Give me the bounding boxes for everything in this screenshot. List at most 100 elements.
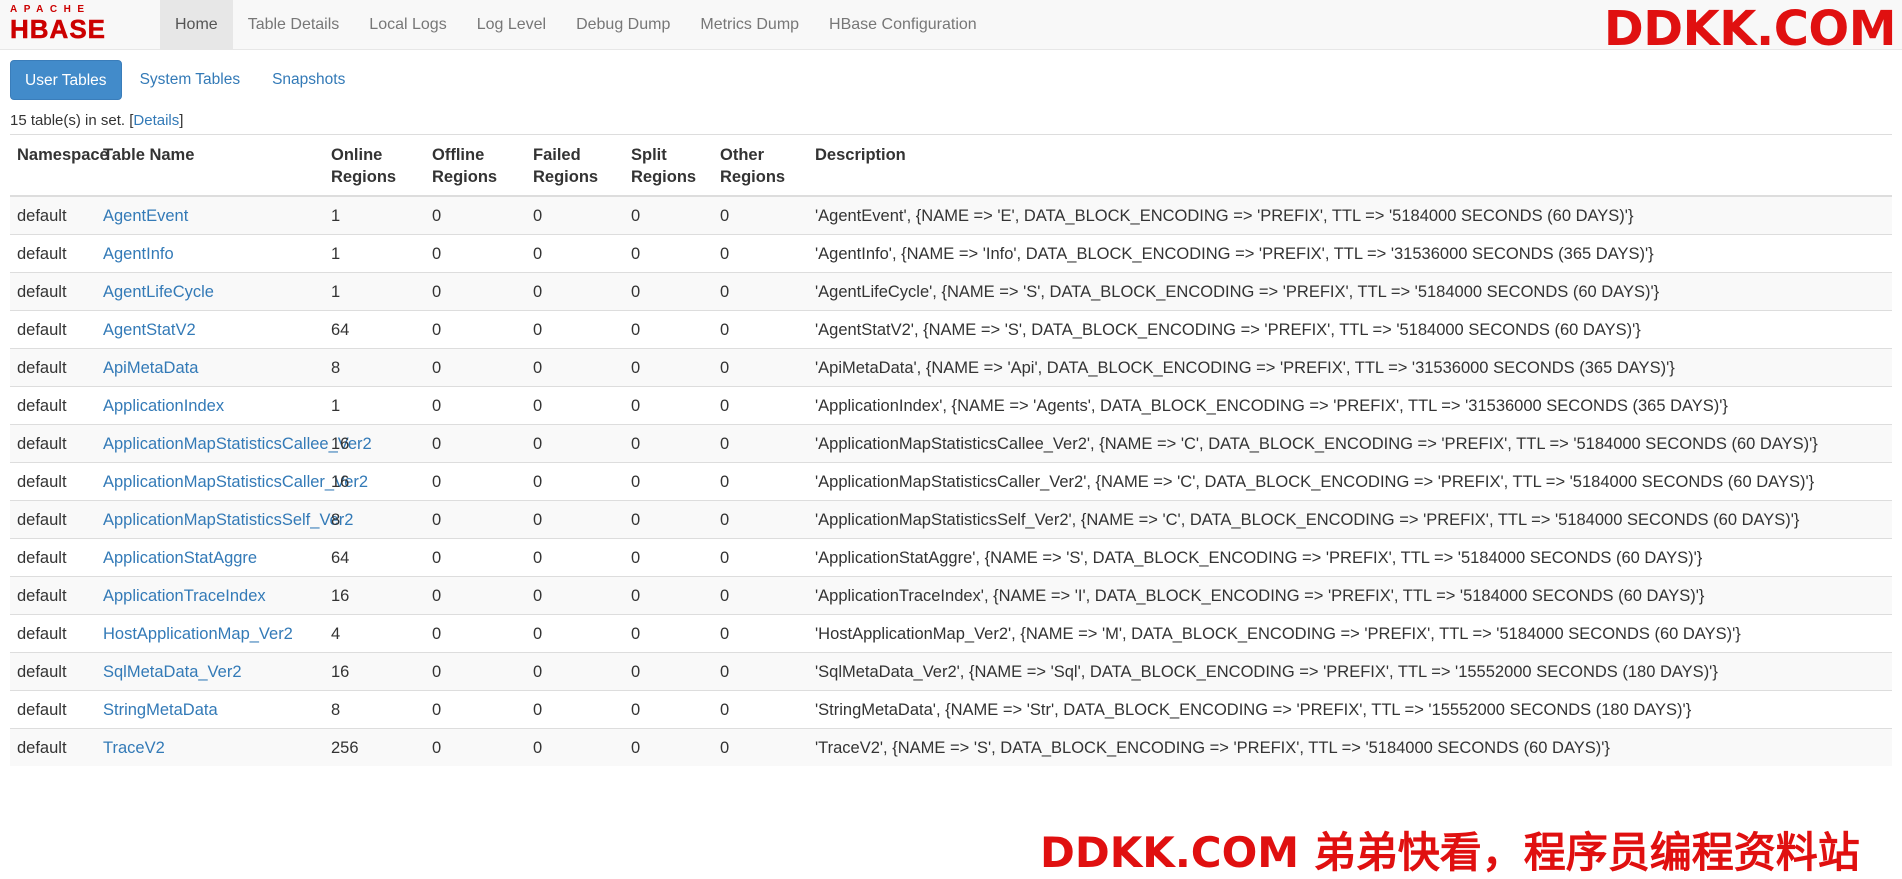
cell-description: 'ApplicationMapStatisticsCaller_Ver2', {… <box>808 462 1892 501</box>
cell-other-regions: 0 <box>713 652 808 691</box>
nav-metrics-dump[interactable]: Metrics Dump <box>685 0 814 49</box>
cell-split-regions: 0 <box>624 234 713 273</box>
cell-failed-regions: 0 <box>526 576 624 615</box>
cell-namespace: default <box>10 462 96 501</box>
cell-table-name-link[interactable]: ApplicationMapStatisticsCaller_Ver2 <box>96 462 368 501</box>
cell-table-name-link[interactable]: AgentStatV2 <box>96 310 324 349</box>
cell-split-regions: 0 <box>624 386 713 425</box>
cell-online-regions: 8 <box>324 690 425 729</box>
cell-online-regions: 64 <box>324 538 425 577</box>
cell-offline-regions: 0 <box>425 614 526 653</box>
cell-description: 'ApiMetaData', {NAME => 'Api', DATA_BLOC… <box>808 348 1892 387</box>
tab-user-tables[interactable]: User Tables <box>10 60 122 100</box>
cell-offline-regions: 0 <box>425 690 526 729</box>
nav-hbase-configuration[interactable]: HBase Configuration <box>814 0 992 49</box>
cell-online-regions: 8 <box>324 500 425 539</box>
cell-table-name-link[interactable]: ApplicationIndex <box>96 386 324 425</box>
cell-table-name-link[interactable]: TraceV2 <box>96 728 324 766</box>
cell-online-regions: 1 <box>324 272 425 311</box>
cell-other-regions: 0 <box>713 195 808 235</box>
cell-namespace: default <box>10 234 96 273</box>
cell-split-regions: 0 <box>624 614 713 653</box>
cell-other-regions: 0 <box>713 348 808 387</box>
cell-namespace: default <box>10 614 96 653</box>
cell-table-name-link[interactable]: ApplicationTraceIndex <box>96 576 324 615</box>
cell-description: 'ApplicationIndex', {NAME => 'Agents', D… <box>808 386 1892 425</box>
cell-table-name-link[interactable]: ApiMetaData <box>96 348 324 387</box>
nav-table-details[interactable]: Table Details <box>233 0 355 49</box>
cell-failed-regions: 0 <box>526 386 624 425</box>
cell-namespace: default <box>10 576 96 615</box>
table-row: default ApplicationMapStatisticsSelf_Ver2… <box>10 500 1892 539</box>
cell-description: 'HostApplicationMap_Ver2', {NAME => 'M',… <box>808 614 1892 653</box>
column-header-offline-regions: Offline Regions <box>425 134 526 197</box>
cell-table-name-link[interactable]: ApplicationMapStatisticsCallee_Ver2 <box>96 424 372 463</box>
cell-failed-regions: 0 <box>526 348 624 387</box>
cell-table-name-link[interactable]: SqlMetaData_Ver2 <box>96 652 324 691</box>
table-row: default StringMetaData 8 0 0 0 0 'StringMetaDat… <box>10 690 1892 729</box>
cell-table-name-link[interactable]: HostApplicationMap_Ver2 <box>96 614 324 653</box>
cell-split-regions: 0 <box>624 195 713 235</box>
cell-other-regions: 0 <box>713 234 808 273</box>
tab-system-tables[interactable]: System Tables <box>126 60 255 100</box>
cell-table-name-link[interactable]: ApplicationStatAggre <box>96 538 324 577</box>
cell-split-regions: 0 <box>624 462 713 501</box>
table-row: default ApplicationTraceIndex 16 0 0 0 0 'Appli… <box>10 576 1892 615</box>
hbase-logo[interactable]: APACHE HBASE <box>0 0 150 49</box>
cell-namespace: default <box>10 652 96 691</box>
cell-online-regions: 4 <box>324 614 425 653</box>
cell-description: 'ApplicationMapStatisticsSelf_Ver2', {NA… <box>808 500 1892 539</box>
cell-offline-regions: 0 <box>425 538 526 577</box>
logo-hbase-text: HBASE <box>10 14 107 44</box>
cell-failed-regions: 0 <box>526 234 624 273</box>
cell-offline-regions: 0 <box>425 462 526 501</box>
cell-other-regions: 0 <box>713 690 808 729</box>
cell-split-regions: 0 <box>624 576 713 615</box>
cell-other-regions: 0 <box>713 272 808 311</box>
details-link[interactable]: Details <box>133 112 179 129</box>
cell-failed-regions: 0 <box>526 728 624 766</box>
cell-online-regions: 16 <box>324 576 425 615</box>
cell-other-regions: 0 <box>713 538 808 577</box>
cell-offline-regions: 0 <box>425 728 526 766</box>
nav-home[interactable]: Home <box>160 0 233 49</box>
cell-table-name-link[interactable]: AgentInfo <box>96 234 324 273</box>
table-row: default TraceV2 256 0 0 0 0 'TraceV2', {NAME =>… <box>10 728 1892 766</box>
cell-table-name-link[interactable]: ApplicationMapStatisticsSelf_Ver2 <box>96 500 353 539</box>
column-header-online-regions: Online Regions <box>324 134 425 197</box>
nav-debug-dump[interactable]: Debug Dump <box>561 0 685 49</box>
cell-namespace: default <box>10 424 96 463</box>
cell-failed-regions: 0 <box>526 462 624 501</box>
watermark-bottom: DDKK.COM 弟弟快看，程序员编程资料站 <box>1040 828 1860 877</box>
cell-offline-regions: 0 <box>425 386 526 425</box>
cell-table-name-link[interactable]: AgentEvent <box>96 195 324 235</box>
cell-offline-regions: 0 <box>425 272 526 311</box>
cell-failed-regions: 0 <box>526 614 624 653</box>
cell-description: 'StringMetaData', {NAME => 'Str', DATA_B… <box>808 690 1892 729</box>
cell-split-regions: 0 <box>624 424 713 463</box>
cell-failed-regions: 0 <box>526 195 624 235</box>
column-header-failed-regions: Failed Regions <box>526 134 624 197</box>
cell-offline-regions: 0 <box>425 652 526 691</box>
nav-local-logs[interactable]: Local Logs <box>354 0 461 49</box>
tab-snapshots[interactable]: Snapshots <box>258 60 359 100</box>
table-row: default ApplicationStatAggre 64 0 0 0 0 'Applic… <box>10 538 1892 577</box>
column-header-other-regions: Other Regions <box>713 134 808 197</box>
cell-split-regions: 0 <box>624 272 713 311</box>
cell-table-name-link[interactable]: AgentLifeCycle <box>96 272 324 311</box>
cell-online-regions: 16 <box>324 652 425 691</box>
cell-online-regions: 1 <box>324 234 425 273</box>
nav-log-level[interactable]: Log Level <box>462 0 561 49</box>
cell-split-regions: 0 <box>624 728 713 766</box>
cell-description: 'ApplicationMapStatisticsCallee_Ver2', {… <box>808 424 1892 463</box>
cell-failed-regions: 0 <box>526 690 624 729</box>
cell-offline-regions: 0 <box>425 576 526 615</box>
table-row: default ApplicationIndex 1 0 0 0 0 'Application… <box>10 386 1892 425</box>
cell-namespace: default <box>10 386 96 425</box>
cell-split-regions: 0 <box>624 690 713 729</box>
cell-online-regions: 8 <box>324 348 425 387</box>
cell-table-name-link[interactable]: StringMetaData <box>96 690 324 729</box>
cell-namespace: default <box>10 538 96 577</box>
table-header-row: Namespace Table Name Online Regions Offline… <box>10 134 1892 197</box>
watermark-top: DDKK.COM <box>1603 1 1897 57</box>
